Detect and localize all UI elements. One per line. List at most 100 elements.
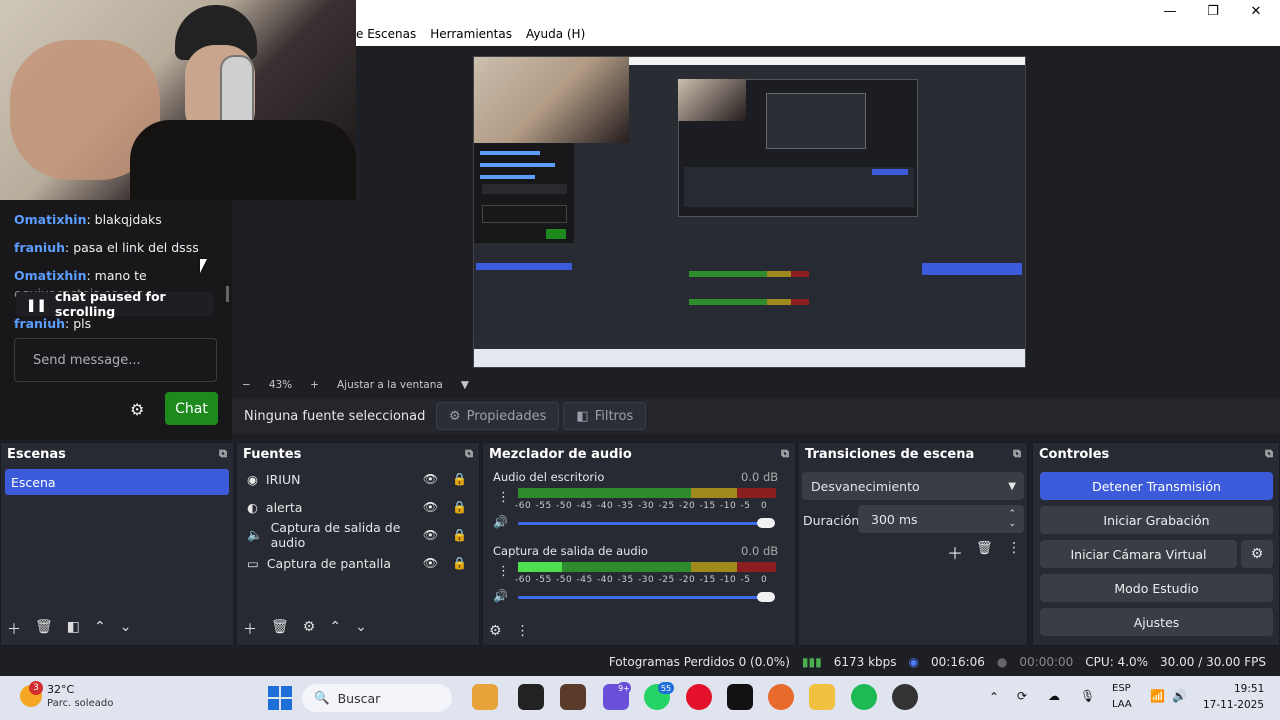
filters-button[interactable]: ◧ Filtros xyxy=(563,402,647,430)
gear-icon[interactable]: ⚙ xyxy=(303,619,316,639)
advanced-audio-icon[interactable]: ⚙ xyxy=(489,623,502,639)
app-icon[interactable] xyxy=(560,684,586,710)
trash-icon[interactable]: 🗑 xyxy=(271,619,289,639)
menu-dots-icon[interactable]: ⋮ xyxy=(1007,540,1021,556)
menu-tools[interactable]: Herramientas xyxy=(430,27,512,41)
volume-icon[interactable]: 🔊 xyxy=(1172,689,1187,703)
clock-date[interactable]: 17-11-2025 xyxy=(1203,699,1264,711)
menu-dots-icon[interactable]: ⋮ xyxy=(497,490,510,505)
taskbar-search[interactable]: 🔍 Buscar xyxy=(302,684,452,712)
meter-tick-label: -10 xyxy=(720,501,737,511)
undock-icon[interactable]: ⧉ xyxy=(219,447,227,461)
down-icon[interactable]: ⌄ xyxy=(120,619,132,639)
language-code[interactable]: ESP xyxy=(1112,683,1131,694)
start-recording-button[interactable]: Iniciar Grabación xyxy=(1040,506,1273,534)
microphone-icon[interactable]: 🎙 xyxy=(1080,689,1095,703)
mouse-cursor xyxy=(200,259,207,273)
source-item[interactable]: ◉ IRIUN 👁 🔒 xyxy=(237,465,479,493)
task-view-icon[interactable] xyxy=(518,684,544,710)
eye-icon[interactable]: 👁 xyxy=(423,472,438,486)
cloud-icon[interactable]: ☁ xyxy=(1048,689,1060,703)
menu-dots-icon[interactable]: ⋮ xyxy=(497,564,510,579)
windows-start-icon[interactable] xyxy=(268,686,292,710)
lock-icon[interactable]: 🔒 xyxy=(452,528,467,542)
settings-button[interactable]: Ajustes xyxy=(1040,608,1273,636)
undock-icon[interactable]: ⧉ xyxy=(465,447,473,461)
lock-icon[interactable]: 🔒 xyxy=(452,472,467,486)
scene-item[interactable]: Escena xyxy=(5,469,229,495)
volume-slider-knob[interactable] xyxy=(757,518,775,528)
wifi-icon[interactable]: 📶 xyxy=(1150,689,1165,703)
volume-slider[interactable] xyxy=(518,596,768,599)
keyboard-layout[interactable]: LAA xyxy=(1112,699,1132,710)
down-icon[interactable]: ⌄ xyxy=(355,619,367,639)
chevron-up-icon[interactable]: ⌃ xyxy=(989,690,999,704)
undock-icon[interactable]: ⧉ xyxy=(1265,447,1273,461)
trash-icon[interactable]: 🗑 xyxy=(35,619,53,639)
chat-scrollbar[interactable] xyxy=(226,286,229,302)
studio-mode-button[interactable]: Modo Estudio xyxy=(1040,574,1273,602)
capcut-icon[interactable] xyxy=(727,684,753,710)
speaker-icon[interactable]: 🔊 xyxy=(493,515,508,529)
source-item[interactable]: 🔈 Captura de salida de audio 👁 🔒 xyxy=(237,520,479,550)
menu-dots-icon[interactable]: ⋮ xyxy=(516,623,530,639)
meter-tick-label: -55 xyxy=(535,575,552,585)
add-icon[interactable]: ＋ xyxy=(947,540,963,564)
volume-slider[interactable] xyxy=(518,522,768,525)
speaker-icon[interactable]: 🔊 xyxy=(493,589,508,603)
start-virtual-camera-button[interactable]: Iniciar Cámara Virtual xyxy=(1040,540,1237,568)
menu-help[interactable]: Ayuda (H) xyxy=(526,27,585,41)
chat-button[interactable]: Chat xyxy=(165,392,218,425)
volume-slider-knob[interactable] xyxy=(757,592,775,602)
close-button[interactable]: ✕ xyxy=(1234,0,1278,22)
clock-time[interactable]: 19:51 xyxy=(1234,683,1264,695)
eye-icon[interactable]: 👁 xyxy=(423,556,438,570)
fit-to-window-label[interactable]: Ajustar a la ventana xyxy=(337,379,443,391)
undock-icon[interactable]: ⧉ xyxy=(1013,447,1021,461)
sync-icon[interactable]: ⟳ xyxy=(1017,689,1027,703)
source-item[interactable]: ◐ alerta 👁 🔒 xyxy=(237,493,479,521)
volume-meter xyxy=(518,562,776,572)
lock-icon[interactable]: 🔒 xyxy=(452,556,467,570)
opera-icon[interactable] xyxy=(686,684,712,710)
add-icon[interactable]: ＋ xyxy=(243,619,257,639)
bitrate: 6173 kbps xyxy=(833,655,897,669)
eye-icon[interactable]: 👁 xyxy=(423,528,438,542)
properties-button[interactable]: ⚙ Propiedades xyxy=(436,402,560,430)
chevron-down-icon[interactable]: ▼ xyxy=(461,379,469,391)
widget-icon[interactable] xyxy=(472,684,498,710)
file-explorer-icon[interactable] xyxy=(809,684,835,710)
firefox-icon[interactable] xyxy=(768,684,794,710)
gear-icon[interactable]: ⚙ xyxy=(1241,540,1273,568)
source-item[interactable]: ▭ Captura de pantalla 👁 🔒 xyxy=(237,549,479,577)
spotify-icon[interactable] xyxy=(851,684,877,710)
obs-icon[interactable] xyxy=(892,684,918,710)
up-icon[interactable]: ⌃ xyxy=(329,619,341,639)
gear-icon[interactable]: ⚙ xyxy=(130,400,144,419)
zoom-in-button[interactable]: + xyxy=(310,379,319,391)
program-preview[interactable] xyxy=(473,56,1026,368)
meter-tick-label: -45 xyxy=(576,501,593,511)
dock-title: Fuentes xyxy=(243,446,302,462)
eye-icon[interactable]: 👁 xyxy=(423,500,438,514)
maximize-button[interactable]: ❐ xyxy=(1191,0,1235,22)
meter-tick-label: -25 xyxy=(658,501,675,511)
zoom-out-button[interactable]: − xyxy=(242,379,251,391)
minimize-button[interactable]: — xyxy=(1148,0,1192,22)
notification-badge: 55 xyxy=(658,682,674,694)
up-icon[interactable]: ⌃ xyxy=(94,619,106,639)
filter-icon[interactable]: ◧ xyxy=(67,619,80,639)
status-bar: Fotogramas Perdidos 0 (0.0%) ▮▮▮ 6173 kb… xyxy=(0,648,1280,676)
dock-title: Transiciones de escena xyxy=(805,446,975,462)
stop-streaming-button[interactable]: Detener Transmisión xyxy=(1040,472,1273,500)
stepper-arrows-icon[interactable]: ⌃ ⌄ xyxy=(1008,509,1016,529)
lock-icon[interactable]: 🔒 xyxy=(452,500,467,514)
menu-scenes[interactable]: e Escenas xyxy=(356,27,416,41)
undock-icon[interactable]: ⧉ xyxy=(781,447,789,461)
transition-select[interactable]: Desvanecimiento ▼ xyxy=(802,472,1024,500)
send-message-input[interactable]: Send message... xyxy=(14,338,217,382)
chat-paused-banner[interactable]: ❚❚ chat paused for scrolling xyxy=(16,289,214,319)
add-icon[interactable]: ＋ xyxy=(7,619,21,639)
trash-icon[interactable]: 🗑 xyxy=(976,541,993,556)
duration-stepper[interactable]: 300 ms ⌃ ⌄ xyxy=(858,505,1024,533)
